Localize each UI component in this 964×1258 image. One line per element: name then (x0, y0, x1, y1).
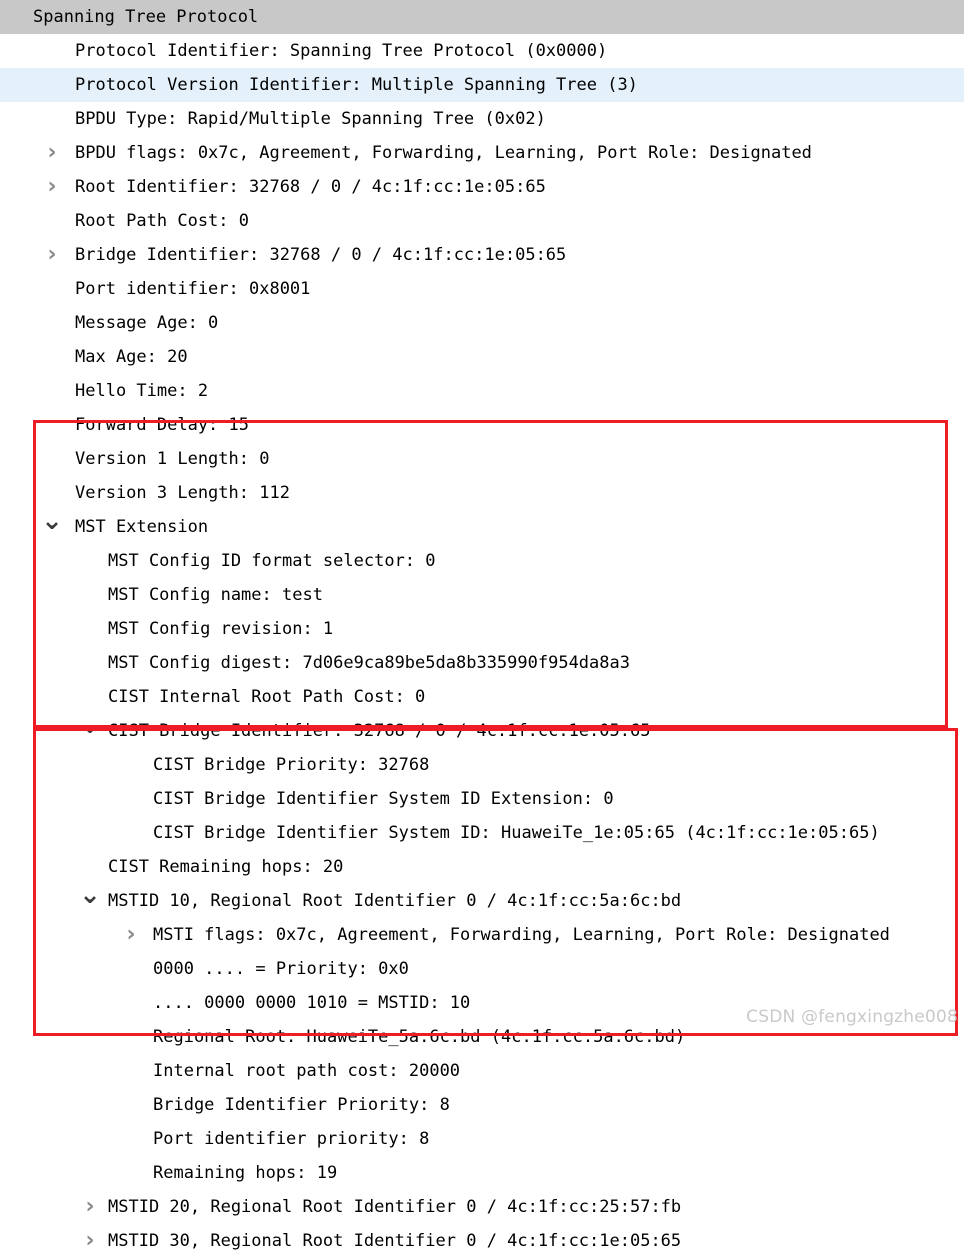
tree-row[interactable]: MST Config revision: 1 (0, 612, 964, 646)
tree-row[interactable]: Port identifier: 0x8001 (0, 272, 964, 306)
tree-row-label: 0000 .... = Priority: 0x0 (153, 959, 409, 979)
tree-row-label: BPDU flags: 0x7c, Agreement, Forwarding,… (75, 143, 812, 163)
tree-row[interactable]: Hello Time: 2 (0, 374, 964, 408)
tree-row-label: CIST Bridge Identifier System ID: Huawei… (153, 823, 880, 843)
tree-row[interactable]: CIST Bridge Priority: 32768 (0, 748, 964, 782)
tree-row-label: MST Config revision: 1 (108, 619, 334, 639)
tree-row[interactable]: Remaining hops: 19 (0, 1156, 964, 1190)
tree-row-label: Bridge Identifier: 32768 / 0 / 4c:1f:cc:… (75, 245, 567, 265)
tree-row[interactable]: Version 3 Length: 112 (0, 476, 964, 510)
tree-row-label: Regional Root: HuaweiTe_5a:6c:bd (4c:1f:… (153, 1027, 686, 1047)
tree-row[interactable]: 0000 .... = Priority: 0x0 (0, 952, 964, 986)
tree-row[interactable]: Protocol Identifier: Spanning Tree Proto… (0, 34, 964, 68)
tree-row[interactable]: Max Age: 20 (0, 340, 964, 374)
tree-row-label: BPDU Type: Rapid/Multiple Spanning Tree … (75, 109, 546, 129)
tree-row-label: Forward Delay: 15 (75, 415, 249, 435)
tree-row-label: CIST Bridge Identifier System ID Extensi… (153, 789, 614, 809)
tree-row[interactable]: Root Path Cost: 0 (0, 204, 964, 238)
tree-row-label: Bridge Identifier Priority: 8 (153, 1095, 450, 1115)
tree-row[interactable]: › MSTID 20, Regional Root Identifier 0 / … (0, 1190, 964, 1224)
tree-row-label: Spanning Tree Protocol (0, 0, 259, 34)
tree-row[interactable]: Protocol Version Identifier: Multiple Sp… (0, 68, 964, 102)
tree-row-label: CIST Internal Root Path Cost: 0 (108, 687, 426, 707)
tree-row-label: Port identifier priority: 8 (153, 1129, 430, 1149)
tree-row-label: MSTI flags: 0x7c, Agreement, Forwarding,… (153, 925, 890, 945)
tree-row[interactable]: CIST Bridge Identifier System ID Extensi… (0, 782, 964, 816)
tree-row-label: CIST Bridge Priority: 32768 (153, 755, 430, 775)
tree-row[interactable]: MST Config digest: 7d06e9ca89be5da8b3359… (0, 646, 964, 680)
tree-row-label: Protocol Identifier: Spanning Tree Proto… (75, 41, 608, 61)
tree-row-label: Port identifier: 0x8001 (75, 279, 311, 299)
tree-row[interactable]: MST Config ID format selector: 0 (0, 544, 964, 578)
tree-row-label: CIST Remaining hops: 20 (108, 857, 344, 877)
tree-row-label: MST Config ID format selector: 0 (108, 551, 436, 571)
tree-row[interactable]: ⌄ MSTID 10, Regional Root Identifier 0 / … (0, 884, 964, 918)
tree-row[interactable]: BPDU Type: Rapid/Multiple Spanning Tree … (0, 102, 964, 136)
tree-row[interactable]: › BPDU flags: 0x7c, Agreement, Forwarding… (0, 136, 964, 170)
tree-row-label: .... 0000 0000 1010 = MSTID: 10 (153, 993, 471, 1013)
tree-row-label: MSTID 30, Regional Root Identifier 0 / 4… (108, 1231, 682, 1251)
tree-row-label: Message Age: 0 (75, 313, 219, 333)
tree-row-label: Internal root path cost: 20000 (153, 1061, 461, 1081)
tree-row-label: Version 3 Length: 112 (75, 483, 290, 503)
tree-row-label: Max Age: 20 (75, 347, 188, 367)
tree-row-label: MST Config name: test (108, 585, 323, 605)
protocol-detail-tree[interactable]: ⌄Spanning Tree Protocol Protocol Identifi… (0, 0, 964, 1253)
tree-row-label: MSTID 10, Regional Root Identifier 0 / 4… (108, 891, 682, 911)
tree-row-label: MSTID 20, Regional Root Identifier 0 / 4… (108, 1197, 682, 1217)
tree-row[interactable]: Forward Delay: 15 (0, 408, 964, 442)
tree-row[interactable]: Internal root path cost: 20000 (0, 1054, 964, 1088)
tree-row-label: Root Identifier: 32768 / 0 / 4c:1f:cc:1e… (75, 177, 546, 197)
tree-row-label: MST Extension (75, 517, 209, 537)
tree-row-label: Protocol Version Identifier: Multiple Sp… (75, 75, 638, 95)
tree-row[interactable]: Port identifier priority: 8 (0, 1122, 964, 1156)
tree-row[interactable]: › Bridge Identifier: 32768 / 0 / 4c:1f:cc… (0, 238, 964, 272)
tree-row[interactable]: Bridge Identifier Priority: 8 (0, 1088, 964, 1122)
tree-row[interactable]: › MSTID 30, Regional Root Identifier 0 / … (0, 1224, 964, 1258)
tree-row[interactable]: CIST Internal Root Path Cost: 0 (0, 680, 964, 714)
tree-row[interactable]: CIST Bridge Identifier System ID: Huawei… (0, 816, 964, 850)
watermark-text: CSDN @fengxingzhe008 (746, 1007, 958, 1027)
tree-row[interactable]: MST Config name: test (0, 578, 964, 612)
tree-row-label: Version 1 Length: 0 (75, 449, 270, 469)
tree-row[interactable]: ⌄ CIST Bridge Identifier: 32768 / 0 / 4c:… (0, 714, 964, 748)
tree-row[interactable]: › Root Identifier: 32768 / 0 / 4c:1f:cc:1… (0, 170, 964, 204)
tree-row-label: Root Path Cost: 0 (75, 211, 249, 231)
tree-row[interactable]: › MSTI flags: 0x7c, Agreement, Forwarding… (0, 918, 964, 952)
tree-row[interactable]: ⌄Spanning Tree Protocol (0, 0, 964, 34)
tree-row-label: MST Config digest: 7d06e9ca89be5da8b3359… (108, 653, 630, 673)
tree-row[interactable]: Version 1 Length: 0 (0, 442, 964, 476)
tree-row[interactable]: CIST Remaining hops: 20 (0, 850, 964, 884)
tree-row[interactable]: Message Age: 0 (0, 306, 964, 340)
tree-row-label: CIST Bridge Identifier: 32768 / 0 / 4c:1… (108, 721, 651, 741)
tree-row-label: Hello Time: 2 (75, 381, 209, 401)
tree-row-label: Remaining hops: 19 (153, 1163, 338, 1183)
tree-row[interactable]: ⌄ MST Extension (0, 510, 964, 544)
